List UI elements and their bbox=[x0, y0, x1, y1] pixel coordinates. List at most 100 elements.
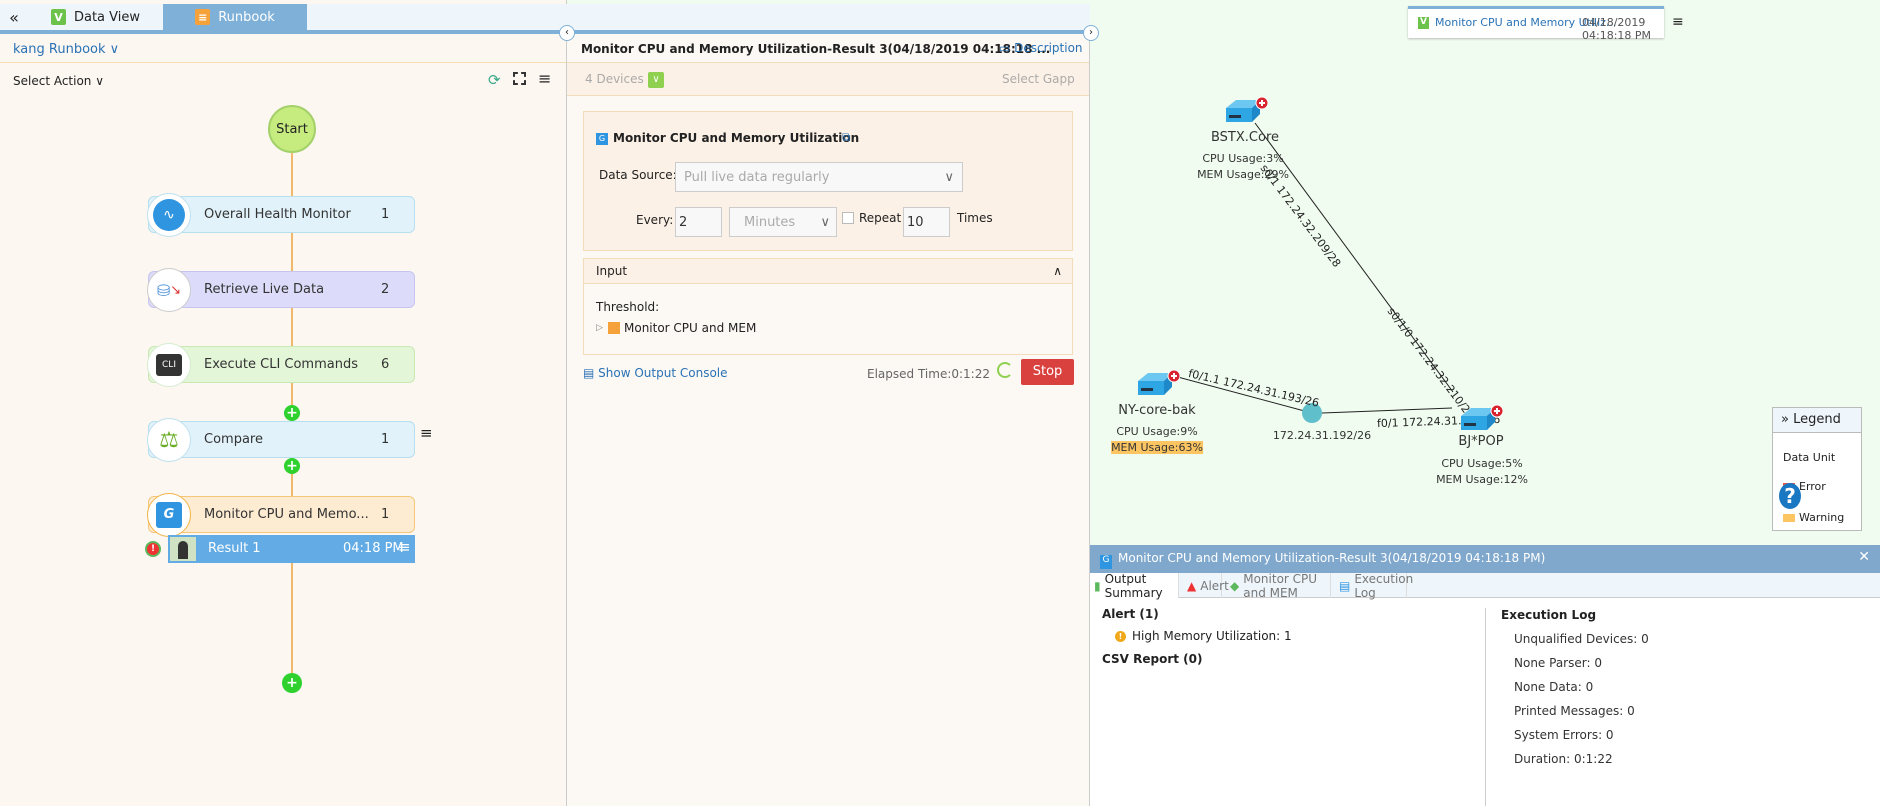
tab-output-summary[interactable]: ▮ Output Summary bbox=[1090, 572, 1179, 600]
database-icon: ⛁ ↘ bbox=[147, 268, 191, 312]
data-source-select[interactable]: Pull live data regularly ∨ bbox=[675, 162, 963, 192]
router-icon[interactable] bbox=[1134, 369, 1181, 399]
start-node[interactable]: Start bbox=[268, 105, 316, 153]
device-name[interactable]: BJ*POP bbox=[1458, 434, 1503, 449]
alert-item[interactable]: High Memory Utilization: 1 bbox=[1132, 629, 1292, 643]
threshold-item[interactable]: Monitor CPU and MEM bbox=[624, 321, 756, 335]
result-title: Monitor CPU and Memory Utilization-Resul… bbox=[581, 42, 1051, 56]
console-icon: ▤ bbox=[583, 366, 595, 380]
unit-select[interactable]: Minutes ∨ bbox=[729, 207, 837, 237]
device-mem-warning: MEM Usage:63% bbox=[1111, 441, 1203, 454]
execution-log-header: Execution Log bbox=[1501, 608, 1597, 622]
result-panel-header: G Monitor CPU and Memory Utilization-Resu… bbox=[1090, 545, 1880, 573]
description-link[interactable]: ▭ Description bbox=[999, 41, 1083, 55]
router-icon[interactable] bbox=[1222, 96, 1269, 126]
summary-icon: ▮ bbox=[1094, 578, 1101, 593]
input-header[interactable]: Input ∧ bbox=[584, 259, 1072, 284]
node-compare[interactable]: ⚖ Compare 1 bbox=[147, 418, 415, 462]
router-icon[interactable] bbox=[1457, 404, 1504, 434]
legend-header[interactable]: » Legend bbox=[1773, 408, 1861, 433]
refresh-icon[interactable]: ⟳ bbox=[488, 71, 501, 89]
result-label: Result 1 bbox=[208, 541, 261, 556]
menu-icon[interactable]: ≡ bbox=[538, 69, 551, 88]
repeat-input[interactable]: 10 bbox=[903, 207, 950, 237]
log-item: None Parser: 0 bbox=[1514, 656, 1602, 670]
collapse-left-button[interactable]: ‹ bbox=[559, 25, 575, 41]
input-section: Input ∧ Threshold: ▷ Monitor CPU and MEM bbox=[583, 258, 1073, 355]
tab-bar: « V Data View ≡ Runbook bbox=[0, 4, 1090, 34]
flow-line bbox=[291, 153, 293, 196]
device-mem: MEM Usage:12% bbox=[1436, 473, 1528, 486]
hub-label: 172.24.31.192/26 bbox=[1272, 429, 1372, 442]
every-label: Every: bbox=[636, 213, 674, 227]
log-item: Printed Messages: 0 bbox=[1514, 704, 1635, 718]
threshold-label: Threshold: bbox=[596, 300, 660, 314]
expand-icon[interactable]: ▷ bbox=[596, 323, 603, 333]
runbook-icon: ≡ bbox=[195, 9, 211, 25]
log-item: None Data: 0 bbox=[1514, 680, 1594, 694]
device-name[interactable]: BSTX.Core bbox=[1211, 130, 1279, 145]
tab-alert[interactable]: ▲ Alert bbox=[1179, 573, 1229, 598]
legend-error: Error bbox=[1799, 480, 1826, 493]
csv-report-header: CSV Report (0) bbox=[1102, 652, 1203, 666]
add-step-button[interactable]: + bbox=[284, 458, 300, 474]
expand-icon: » bbox=[1781, 412, 1789, 427]
warning-icon: ! bbox=[1115, 631, 1126, 642]
node-overall-health-monitor[interactable]: ∿ Overall Health Monitor 1 bbox=[147, 193, 415, 237]
node-menu-icon[interactable]: ≡ bbox=[420, 424, 433, 442]
loading-spinner-icon bbox=[997, 362, 1013, 378]
repeat-checkbox[interactable] bbox=[842, 212, 854, 224]
show-output-console-link[interactable]: ▤ Show Output Console bbox=[583, 366, 728, 380]
gapp-icon: G bbox=[1100, 555, 1112, 569]
tab-execution-log[interactable]: ▤ Execution Log bbox=[1331, 572, 1413, 600]
map-menu-icon[interactable]: ≡ bbox=[1672, 14, 1684, 30]
fit-view-icon[interactable] bbox=[513, 72, 526, 85]
node-monitor-cpu-memory[interactable]: G Monitor CPU and Memo... 1 bbox=[147, 493, 415, 537]
tab-monitor-cpu-mem[interactable]: ◆ Monitor CPU and MEM bbox=[1222, 572, 1331, 600]
error-status-icon: ! bbox=[145, 541, 161, 557]
tab-runbook[interactable]: ≡ Runbook bbox=[163, 4, 307, 30]
tab-data-view[interactable]: V Data View bbox=[28, 4, 163, 30]
warning-swatch bbox=[1783, 514, 1795, 522]
node-label: Compare bbox=[204, 432, 263, 447]
repeat-label: Repeat bbox=[859, 211, 902, 225]
node-count: 1 bbox=[381, 207, 390, 222]
gapp-icon: G bbox=[596, 133, 608, 145]
close-icon[interactable]: ✕ bbox=[1858, 549, 1870, 565]
device-name[interactable]: NY-core-bak bbox=[1118, 403, 1195, 418]
threshold-icon bbox=[608, 322, 620, 334]
section-title: Monitor CPU and Memory Utilization bbox=[613, 131, 860, 145]
data-view-icon: V bbox=[50, 9, 66, 25]
node-execute-cli-commands[interactable]: CLI Execute CLI Commands 6 bbox=[147, 343, 415, 387]
result-menu-icon[interactable]: ≡ bbox=[398, 538, 411, 556]
elapsed-time: Elapsed Time:0:1:22 bbox=[867, 367, 990, 381]
legend-warning: Warning bbox=[1799, 511, 1845, 524]
stop-button[interactable]: Stop bbox=[1021, 359, 1074, 385]
open-window-icon[interactable]: ⧉ bbox=[842, 130, 851, 145]
select-action-dropdown[interactable]: Select Action ∨ bbox=[13, 74, 104, 88]
select-gapp[interactable]: Select Gapp bbox=[1002, 72, 1075, 86]
devices-row: 4 Devices ∨ Select Gapp bbox=[567, 62, 1089, 96]
devices-dropdown-icon[interactable]: ∨ bbox=[648, 72, 664, 88]
result-row[interactable]: Result 1 04:18 PM ≡ bbox=[168, 535, 415, 563]
gapp-detail-panel: Monitor CPU and Memory Utilization-Resul… bbox=[567, 34, 1090, 806]
collapse-button[interactable]: « bbox=[0, 4, 28, 30]
help-button[interactable]: ? bbox=[1779, 483, 1801, 509]
node-count: 1 bbox=[381, 507, 390, 522]
divider bbox=[0, 62, 566, 63]
cli-icon: CLI bbox=[147, 343, 191, 387]
node-retrieve-live-data[interactable]: ⛁ ↘ Retrieve Live Data 2 bbox=[147, 268, 415, 312]
log-item: Unqualified Devices: 0 bbox=[1514, 632, 1649, 646]
gapp-icon: G bbox=[147, 493, 191, 537]
runbook-selector[interactable]: kang Runbook ∨ bbox=[13, 42, 119, 57]
add-step-button[interactable]: + bbox=[282, 673, 302, 693]
map-data-card[interactable]: V Monitor CPU and Memory Utiliz... 04/18… bbox=[1408, 6, 1664, 42]
node-count: 6 bbox=[381, 357, 390, 372]
collapse-icon: ∧ bbox=[1053, 264, 1062, 278]
flow-line bbox=[291, 308, 293, 346]
add-step-button[interactable]: + bbox=[284, 405, 300, 421]
result-panel: G Monitor CPU and Memory Utilization-Resu… bbox=[1090, 545, 1880, 806]
every-input[interactable]: 2 bbox=[675, 207, 722, 237]
divider bbox=[1485, 608, 1486, 806]
tab-label: Runbook bbox=[218, 9, 275, 25]
